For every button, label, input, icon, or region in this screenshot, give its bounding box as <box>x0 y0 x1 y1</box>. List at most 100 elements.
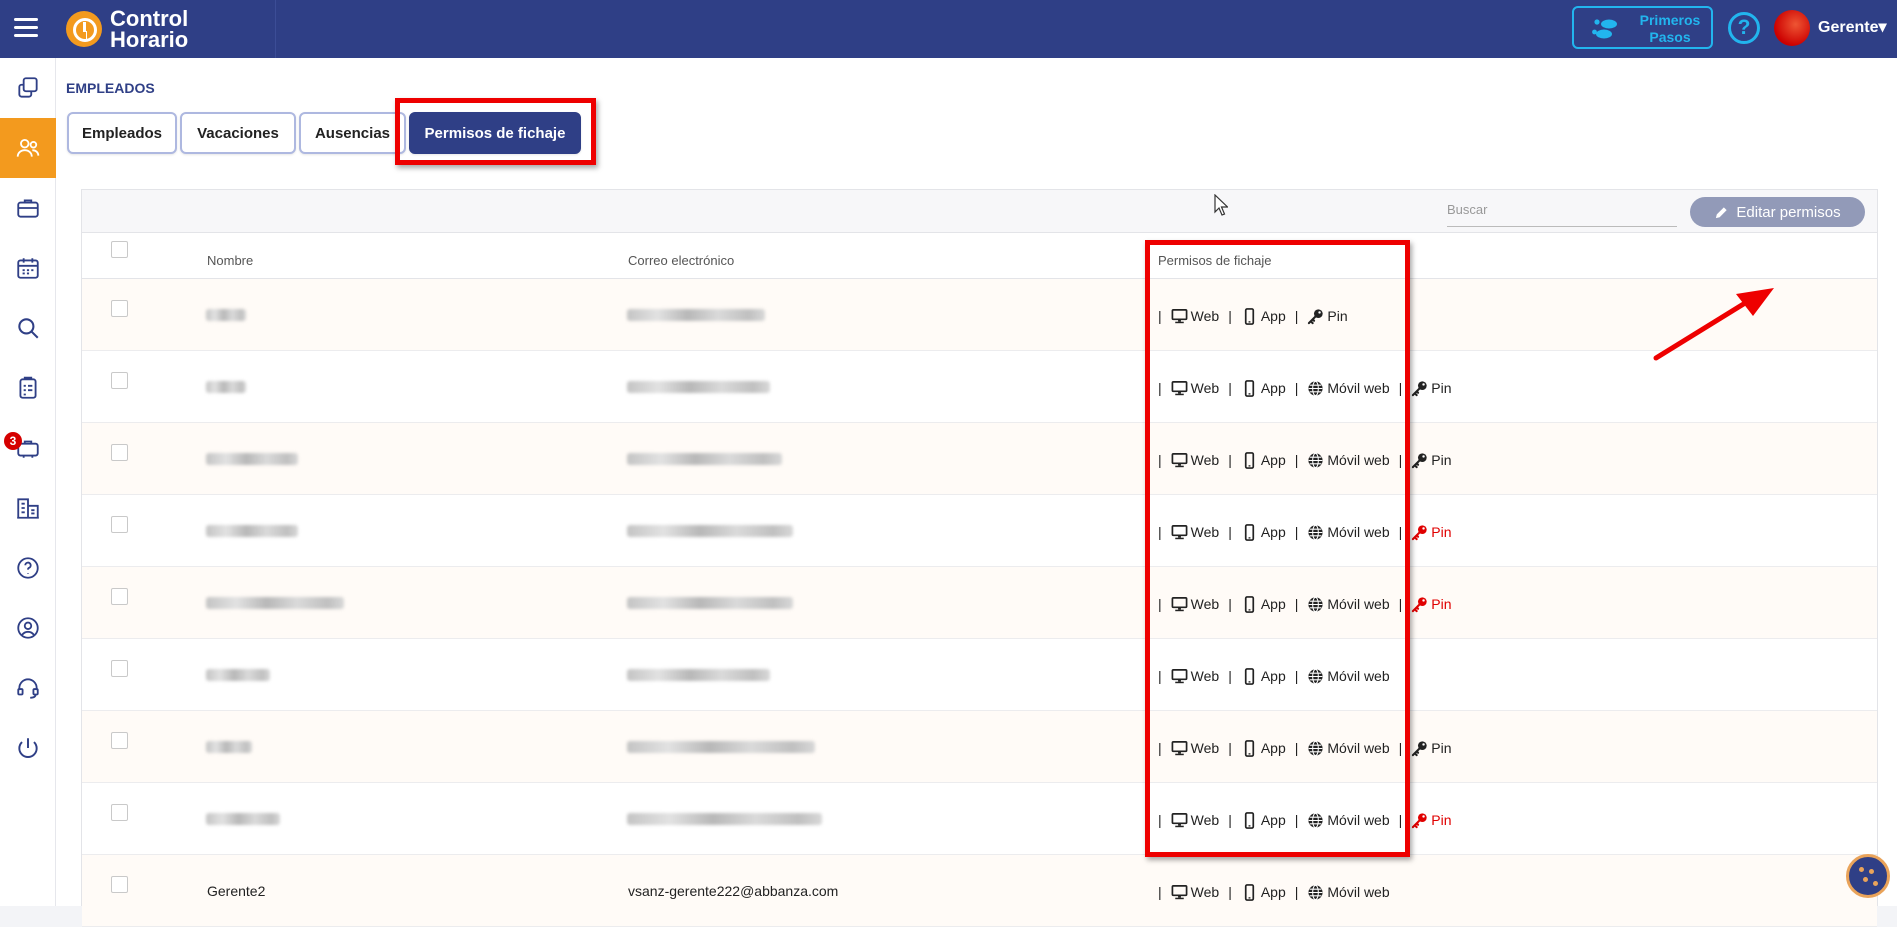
avatar[interactable] <box>1774 10 1810 46</box>
globe-icon <box>1307 668 1327 685</box>
buildings-icon <box>17 498 39 519</box>
chevron-down-icon: ▾ <box>1878 19 1887 36</box>
column-header-name: Nombre <box>207 253 254 268</box>
permission-app: App <box>1241 451 1286 469</box>
first-steps-label-2: Pasos <box>1649 29 1691 45</box>
permission-list: | Web | App | Pin <box>1158 306 1357 326</box>
permission-pin: Pin <box>1411 812 1452 829</box>
permission-label: Web <box>1190 308 1220 324</box>
sidebar-item-profile[interactable] <box>0 598 56 658</box>
separator: | <box>1294 884 1299 900</box>
permission-movil: Móvil web <box>1307 596 1390 613</box>
table-row[interactable]: | Web | App | Móvil web | Pin <box>82 495 1877 567</box>
tab-vacaciones[interactable]: Vacaciones <box>180 112 296 154</box>
copy-icon <box>18 77 38 98</box>
app-title: Control Horario <box>110 6 189 52</box>
select-all-checkbox[interactable] <box>111 241 128 258</box>
monitor-icon <box>1171 308 1191 325</box>
separator: | <box>1158 884 1162 900</box>
monitor-icon <box>1171 596 1191 613</box>
edit-permissions-button[interactable]: Editar permisos <box>1690 197 1865 227</box>
table-row[interactable]: | Web | App | Móvil web | Pin <box>82 423 1877 495</box>
separator: | <box>1294 668 1299 684</box>
key-icon <box>1411 524 1431 541</box>
monitor-icon <box>1171 812 1191 829</box>
blurred-employee-email <box>627 309 765 321</box>
sidebar-item-help[interactable] <box>0 538 56 598</box>
blurred-employee-email <box>627 381 770 393</box>
table-row[interactable]: | Web | App | Móvil web <box>82 639 1877 711</box>
blurred-employee-name <box>206 453 298 465</box>
row-checkbox[interactable] <box>111 660 128 677</box>
separator: | <box>1398 452 1403 468</box>
sidebar-item-logout[interactable] <box>0 718 56 778</box>
blurred-employee-email <box>627 741 815 753</box>
tab-ausencias[interactable]: Ausencias <box>299 112 406 154</box>
row-checkbox[interactable] <box>111 372 128 389</box>
monitor-icon <box>1171 884 1191 901</box>
table-row[interactable]: | Web | App | Móvil web | Pin <box>82 711 1877 783</box>
cookie-settings-button[interactable] <box>1846 854 1890 898</box>
permission-movil: Móvil web <box>1307 452 1390 469</box>
separator: | <box>1158 740 1162 756</box>
sidebar-item-copy[interactable] <box>0 58 56 118</box>
app-logo[interactable]: Control Horario <box>66 6 189 52</box>
row-checkbox[interactable] <box>111 444 128 461</box>
first-steps-label-1: Primeros <box>1639 12 1701 28</box>
table-row[interactable]: | Web | App | Móvil web | Pin <box>82 351 1877 423</box>
user-menu[interactable]: Gerente▾ <box>1818 17 1887 37</box>
sidebar-item-search[interactable] <box>0 298 56 358</box>
row-checkbox[interactable] <box>111 516 128 533</box>
permission-label: Pin <box>1431 380 1452 396</box>
separator: | <box>1398 596 1403 612</box>
calendar-icon <box>17 258 39 279</box>
sidebar-item-support[interactable] <box>0 658 56 718</box>
permission-list: | Web | App | Móvil web | Pin <box>1158 810 1461 830</box>
globe-icon <box>1307 596 1327 613</box>
globe-icon <box>1307 884 1327 901</box>
permission-label: Móvil web <box>1327 524 1390 540</box>
permission-list: | Web | App | Móvil web <box>1158 666 1399 686</box>
table-row[interactable]: Gerente2 vsanz-gerente222@abbanza.com | Web… <box>82 855 1877 927</box>
sidebar-item-buildings[interactable] <box>0 478 56 538</box>
permission-web: Web <box>1171 740 1220 757</box>
blurred-employee-name <box>206 741 252 753</box>
tab-permisos-fichaje[interactable]: Permisos de fichaje <box>409 112 581 154</box>
separator: | <box>1228 380 1232 396</box>
help-icon[interactable]: ? <box>1728 12 1760 44</box>
sidebar-item-travel[interactable]: 3 <box>0 418 56 478</box>
row-checkbox[interactable] <box>111 732 128 749</box>
search-input[interactable]: Buscar <box>1447 197 1677 227</box>
table-row[interactable]: | Web | App | Móvil web | Pin <box>82 783 1877 855</box>
permission-pin: Pin <box>1411 596 1452 613</box>
row-checkbox[interactable] <box>111 300 128 317</box>
permission-movil: Móvil web <box>1307 380 1390 397</box>
row-checkbox[interactable] <box>111 876 128 893</box>
permission-label: Móvil web <box>1327 668 1390 684</box>
employee-name: Gerente2 <box>207 883 266 899</box>
key-icon <box>1411 452 1431 469</box>
permissions-table: Buscar Editar permisos Nombre Correo ele… <box>81 189 1878 927</box>
sidebar-item-clipboard[interactable] <box>0 358 56 418</box>
row-checkbox[interactable] <box>111 588 128 605</box>
first-steps-button[interactable]: Primeros Pasos <box>1572 6 1713 49</box>
permission-label: App <box>1260 812 1286 828</box>
divider <box>275 0 276 58</box>
sidebar-item-briefcase[interactable] <box>0 178 56 238</box>
permission-label: Móvil web <box>1327 812 1390 828</box>
permission-label: Web <box>1190 740 1220 756</box>
separator: | <box>1158 452 1162 468</box>
separator: | <box>1228 740 1232 756</box>
row-checkbox[interactable] <box>111 804 128 821</box>
separator: | <box>1294 524 1299 540</box>
table-row[interactable]: | Web | App | Móvil web | Pin <box>82 567 1877 639</box>
sidebar-item-calendar[interactable] <box>0 238 56 298</box>
permission-movil: Móvil web <box>1307 740 1390 757</box>
table-row[interactable]: | Web | App | Pin <box>82 279 1877 351</box>
tab-empleados[interactable]: Empleados <box>67 112 177 154</box>
menu-icon[interactable] <box>14 18 38 38</box>
permission-app: App <box>1241 307 1286 325</box>
sidebar-item-users[interactable] <box>0 118 56 178</box>
phone-icon <box>1241 739 1261 757</box>
mouse-cursor <box>1214 194 1228 216</box>
